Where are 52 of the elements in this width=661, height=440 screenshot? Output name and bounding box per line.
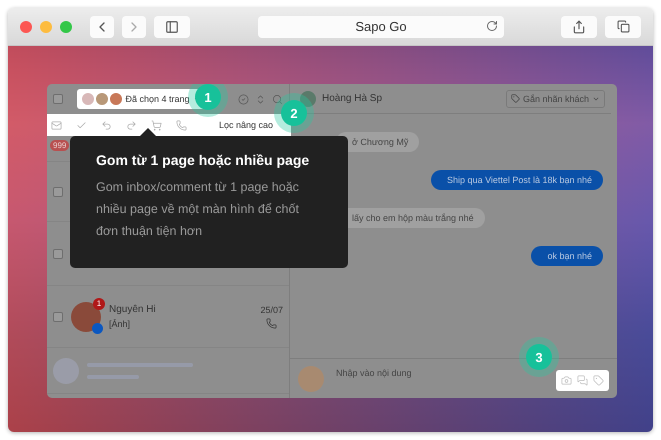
step-marker[interactable]: 2 [281, 100, 307, 126]
checkbox[interactable] [53, 94, 63, 104]
tag-icon [510, 94, 520, 103]
advanced-filter-link[interactable]: Lọc nâng cao [219, 120, 274, 130]
step-marker[interactable]: 1 [195, 84, 221, 110]
sidebar-button[interactable] [154, 16, 190, 38]
unread-count: 999 [50, 140, 70, 151]
message-input[interactable]: Nhập vào nội dung [334, 367, 546, 379]
reload-icon[interactable] [486, 20, 498, 32]
checkbox[interactable] [53, 248, 63, 258]
mail-icon[interactable] [51, 120, 62, 130]
phone-icon[interactable] [176, 120, 187, 130]
share-button[interactable] [561, 16, 597, 38]
forward-icon[interactable] [126, 120, 137, 130]
camera-icon[interactable] [561, 375, 572, 386]
step-marker[interactable]: 3 [526, 344, 552, 370]
avatar [300, 90, 316, 106]
contact-name: Hoàng Hà Sp [322, 93, 382, 104]
checkbox[interactable] [53, 312, 63, 322]
close-button[interactable] [20, 20, 32, 32]
zoom-button[interactable] [60, 20, 72, 32]
avatar-placeholder [53, 358, 79, 384]
tooltip-title: Gom từ 1 page hoặc nhiều page [96, 152, 310, 168]
tag-customer-button[interactable]: Gắn nhãn khách [506, 90, 605, 108]
unread-count: 1 [93, 298, 105, 310]
check-circle-icon[interactable] [238, 94, 249, 104]
phone-icon [266, 318, 278, 328]
cart-icon[interactable] [151, 120, 162, 130]
tabs-button[interactable] [605, 16, 641, 38]
outgoing-message: Ship qua Viettel Post là 18k bạn nhé [431, 170, 603, 190]
address-bar[interactable]: Sapo Go [258, 16, 504, 38]
search-icon[interactable] [272, 94, 283, 104]
forward-button[interactable] [122, 16, 146, 38]
minimize-button[interactable] [40, 20, 52, 32]
avatar [298, 366, 324, 392]
share-icon [572, 20, 586, 34]
contact-name: Nguyên Hi [109, 304, 157, 315]
message-preview: [Ảnh] [109, 319, 132, 329]
sidebar-icon [165, 20, 179, 34]
tabs-icon [616, 20, 630, 33]
back-button[interactable] [90, 16, 114, 38]
tooltip-body: Gom inbox/comment từ 1 page hoặc nhiều page về một màn hình để chốt đơn thuận tiện hơn [96, 179, 300, 240]
outgoing-message: ok bạn nhé [531, 246, 603, 266]
tag-icon[interactable] [593, 375, 604, 386]
sort-icon[interactable] [255, 94, 266, 104]
message-time: 25/07 [260, 304, 283, 314]
chat-icon[interactable] [577, 375, 588, 386]
reply-icon[interactable] [101, 120, 112, 130]
checkbox[interactable] [53, 186, 63, 196]
check-icon[interactable] [76, 120, 87, 130]
messenger-icon [92, 322, 103, 334]
page-title: Sapo Go [355, 19, 407, 34]
